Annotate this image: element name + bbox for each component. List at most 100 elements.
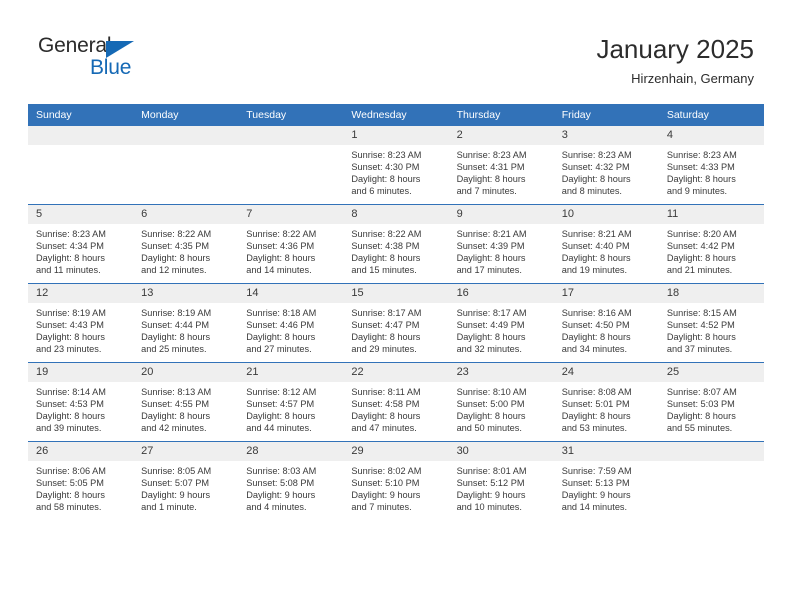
day-number [238, 126, 344, 145]
sunrise-time: Sunrise: 8:17 AM [456, 308, 527, 318]
calendar-day-cell[interactable]: 2 Sunrise: 8:23 AM Sunset: 4:31 PM Daylight… [448, 126, 554, 205]
calendar-day-cell[interactable]: 29 Sunrise: 8:02 AM Sunset: 5:10 PM Dayligh… [343, 441, 449, 520]
day-details: Sunrise: 8:18 AM Sunset: 4:46 PM Daylight:… [238, 303, 343, 355]
calendar-day-cell[interactable]: 27 Sunrise: 8:05 AM Sunset: 5:07 PM Dayligh… [133, 441, 239, 520]
calendar-day-cell[interactable]: 12 Sunrise: 8:19 AM Sunset: 4:43 PM Dayligh… [28, 283, 134, 363]
day-details: Sunrise: 8:21 AM Sunset: 4:40 PM Daylight:… [554, 224, 659, 276]
sunset-time: Sunset: 4:58 PM [351, 399, 420, 410]
daylight-duration-line2: and 14 minutes. [246, 265, 312, 276]
daylight-duration-line2: and 1 minute. [141, 502, 197, 513]
calendar-day-cell[interactable]: 9 Sunrise: 8:21 AM Sunset: 4:39 PM Daylight… [448, 204, 554, 284]
calendar-day-cell[interactable]: 30 Sunrise: 8:01 AM Sunset: 5:12 PM Dayligh… [448, 441, 554, 520]
day-details: Sunrise: 8:23 AM Sunset: 4:30 PM Daylight:… [343, 145, 448, 197]
daylight-duration-line1: Daylight: 8 hours [351, 411, 421, 422]
sunset-time: Sunset: 4:36 PM [246, 241, 315, 252]
day-number: 23 [448, 363, 554, 382]
day-details: Sunrise: 7:59 AM Sunset: 5:13 PM Daylight:… [554, 461, 659, 513]
sunset-time: Sunset: 4:38 PM [351, 241, 420, 252]
day-details: Sunrise: 8:02 AM Sunset: 5:10 PM Daylight:… [343, 461, 448, 513]
calendar-day-cell[interactable]: 21 Sunrise: 8:12 AM Sunset: 4:57 PM Dayligh… [238, 362, 344, 442]
daylight-duration-line2: and 55 minutes. [666, 423, 733, 434]
sunrise-time: Sunrise: 8:01 AM [456, 466, 527, 476]
calendar-week-row: 26 Sunrise: 8:06 AM Sunset: 5:05 PM Dayligh… [28, 441, 764, 520]
day-details: Sunrise: 8:23 AM Sunset: 4:32 PM Daylight:… [554, 145, 659, 197]
day-details: Sunrise: 8:19 AM Sunset: 4:44 PM Daylight:… [133, 303, 238, 355]
daylight-duration-line1: Daylight: 9 hours [561, 490, 631, 501]
sunset-time: Sunset: 5:01 PM [561, 399, 630, 410]
weekday-header-tuesday: Tuesday [238, 104, 344, 126]
day-number: 31 [553, 442, 659, 461]
daylight-duration-line1: Daylight: 9 hours [141, 490, 211, 501]
calendar-day-cell[interactable]: 28 Sunrise: 8:03 AM Sunset: 5:08 PM Dayligh… [238, 441, 344, 520]
calendar-week-row: 1 Sunrise: 8:23 AM Sunset: 4:30 PM Daylight… [28, 126, 764, 205]
calendar-day-cell[interactable]: 5 Sunrise: 8:23 AM Sunset: 4:34 PM Daylight… [28, 204, 134, 284]
day-details: Sunrise: 8:23 AM Sunset: 4:34 PM Daylight:… [28, 224, 133, 276]
sunrise-time: Sunrise: 8:23 AM [456, 150, 527, 160]
sunrise-time: Sunrise: 8:05 AM [141, 466, 212, 476]
daylight-duration-line2: and 42 minutes. [141, 423, 207, 434]
day-details: Sunrise: 8:22 AM Sunset: 4:36 PM Daylight:… [238, 224, 343, 276]
calendar-grid: Sunday Monday Tuesday Wednesday Thursday… [28, 104, 764, 520]
calendar-day-cell[interactable]: 24 Sunrise: 8:08 AM Sunset: 5:01 PM Dayligh… [553, 362, 659, 442]
calendar-day-cell[interactable]: 3 Sunrise: 8:23 AM Sunset: 4:32 PM Daylight… [553, 126, 659, 205]
calendar-day-cell[interactable]: 20 Sunrise: 8:13 AM Sunset: 4:55 PM Dayligh… [133, 362, 239, 442]
calendar-day-cell[interactable]: 31 Sunrise: 7:59 AM Sunset: 5:13 PM Dayligh… [553, 441, 659, 520]
brand-name-blue: Blue [90, 56, 132, 79]
day-number: 4 [658, 126, 764, 145]
daylight-duration-line1: Daylight: 8 hours [561, 411, 631, 422]
calendar-day-cell[interactable]: 16 Sunrise: 8:17 AM Sunset: 4:49 PM Dayligh… [448, 283, 554, 363]
day-details: Sunrise: 8:23 AM Sunset: 4:31 PM Daylight:… [449, 145, 554, 197]
calendar-day-cell[interactable]: 17 Sunrise: 8:16 AM Sunset: 4:50 PM Dayligh… [553, 283, 659, 363]
sunrise-time: Sunrise: 8:06 AM [36, 466, 106, 476]
calendar-day-cell[interactable]: 14 Sunrise: 8:18 AM Sunset: 4:46 PM Dayligh… [238, 283, 344, 363]
daylight-duration-line1: Daylight: 8 hours [246, 411, 316, 422]
sunrise-time: Sunrise: 8:02 AM [351, 466, 422, 476]
calendar-week-row: 5 Sunrise: 8:23 AM Sunset: 4:34 PM Daylight… [28, 204, 764, 284]
calendar-day-cell[interactable]: 15 Sunrise: 8:17 AM Sunset: 4:47 PM Dayligh… [343, 283, 449, 363]
daylight-duration-line1: Daylight: 8 hours [141, 253, 211, 264]
calendar-day-cell[interactable]: 4 Sunrise: 8:23 AM Sunset: 4:33 PM Daylight… [658, 126, 764, 205]
day-details: Sunrise: 8:17 AM Sunset: 4:47 PM Daylight:… [343, 303, 448, 355]
brand-logo[interactable]: General Blue [38, 34, 178, 86]
day-number: 11 [658, 205, 764, 224]
day-number: 19 [28, 363, 134, 382]
sunset-time: Sunset: 4:32 PM [561, 162, 630, 173]
page-title: January 2025 [596, 34, 754, 64]
daylight-duration-line1: Daylight: 8 hours [456, 253, 526, 264]
sunrise-time: Sunrise: 8:22 AM [246, 229, 317, 239]
calendar-day-cell[interactable]: 18 Sunrise: 8:15 AM Sunset: 4:52 PM Dayligh… [658, 283, 764, 363]
sunrise-time: Sunrise: 8:18 AM [246, 308, 317, 318]
daylight-duration-line1: Daylight: 8 hours [351, 253, 421, 264]
daylight-duration-line1: Daylight: 8 hours [456, 174, 526, 185]
day-details: Sunrise: 8:06 AM Sunset: 5:05 PM Daylight:… [28, 461, 133, 513]
calendar-day-cell[interactable]: 19 Sunrise: 8:14 AM Sunset: 4:53 PM Dayligh… [28, 362, 134, 442]
calendar-day-cell[interactable]: 26 Sunrise: 8:06 AM Sunset: 5:05 PM Dayligh… [28, 441, 134, 520]
calendar-day-cell[interactable]: 23 Sunrise: 8:10 AM Sunset: 5:00 PM Dayligh… [448, 362, 554, 442]
day-number: 12 [28, 284, 134, 303]
day-number: 29 [343, 442, 449, 461]
calendar-day-cell[interactable]: 10 Sunrise: 8:21 AM Sunset: 4:40 PM Dayligh… [553, 204, 659, 284]
daylight-duration-line1: Daylight: 8 hours [456, 411, 526, 422]
day-number: 21 [238, 363, 344, 382]
day-details: Sunrise: 8:23 AM Sunset: 4:33 PM Daylight:… [659, 145, 764, 197]
calendar-day-cell[interactable]: 11 Sunrise: 8:20 AM Sunset: 4:42 PM Dayligh… [658, 204, 764, 284]
calendar-day-cell[interactable]: 1 Sunrise: 8:23 AM Sunset: 4:30 PM Daylight… [343, 126, 449, 205]
sunrise-time: Sunrise: 8:13 AM [141, 387, 212, 397]
calendar-day-cell[interactable]: 8 Sunrise: 8:22 AM Sunset: 4:38 PM Daylight… [343, 204, 449, 284]
calendar-day-cell[interactable]: 7 Sunrise: 8:22 AM Sunset: 4:36 PM Daylight… [238, 204, 344, 284]
daylight-duration-line1: Daylight: 8 hours [666, 411, 736, 422]
calendar-day-cell[interactable]: 25 Sunrise: 8:07 AM Sunset: 5:03 PM Dayligh… [658, 362, 764, 442]
daylight-duration-line1: Daylight: 9 hours [351, 490, 421, 501]
day-number: 24 [553, 363, 659, 382]
calendar-day-cell[interactable]: 13 Sunrise: 8:19 AM Sunset: 4:44 PM Dayligh… [133, 283, 239, 363]
calendar-day-cell[interactable]: 6 Sunrise: 8:22 AM Sunset: 4:35 PM Daylight… [133, 204, 239, 284]
day-details: Sunrise: 8:03 AM Sunset: 5:08 PM Daylight:… [238, 461, 343, 513]
weekday-header-friday: Friday [553, 104, 659, 126]
day-number: 25 [658, 363, 764, 382]
sunrise-time: Sunrise: 8:10 AM [456, 387, 527, 397]
sunrise-time: Sunrise: 7:59 AM [561, 466, 632, 476]
day-number [133, 126, 239, 145]
daylight-duration-line1: Daylight: 8 hours [351, 174, 421, 185]
day-details: Sunrise: 8:16 AM Sunset: 4:50 PM Daylight:… [554, 303, 659, 355]
calendar-day-cell[interactable]: 22 Sunrise: 8:11 AM Sunset: 4:58 PM Dayligh… [343, 362, 449, 442]
